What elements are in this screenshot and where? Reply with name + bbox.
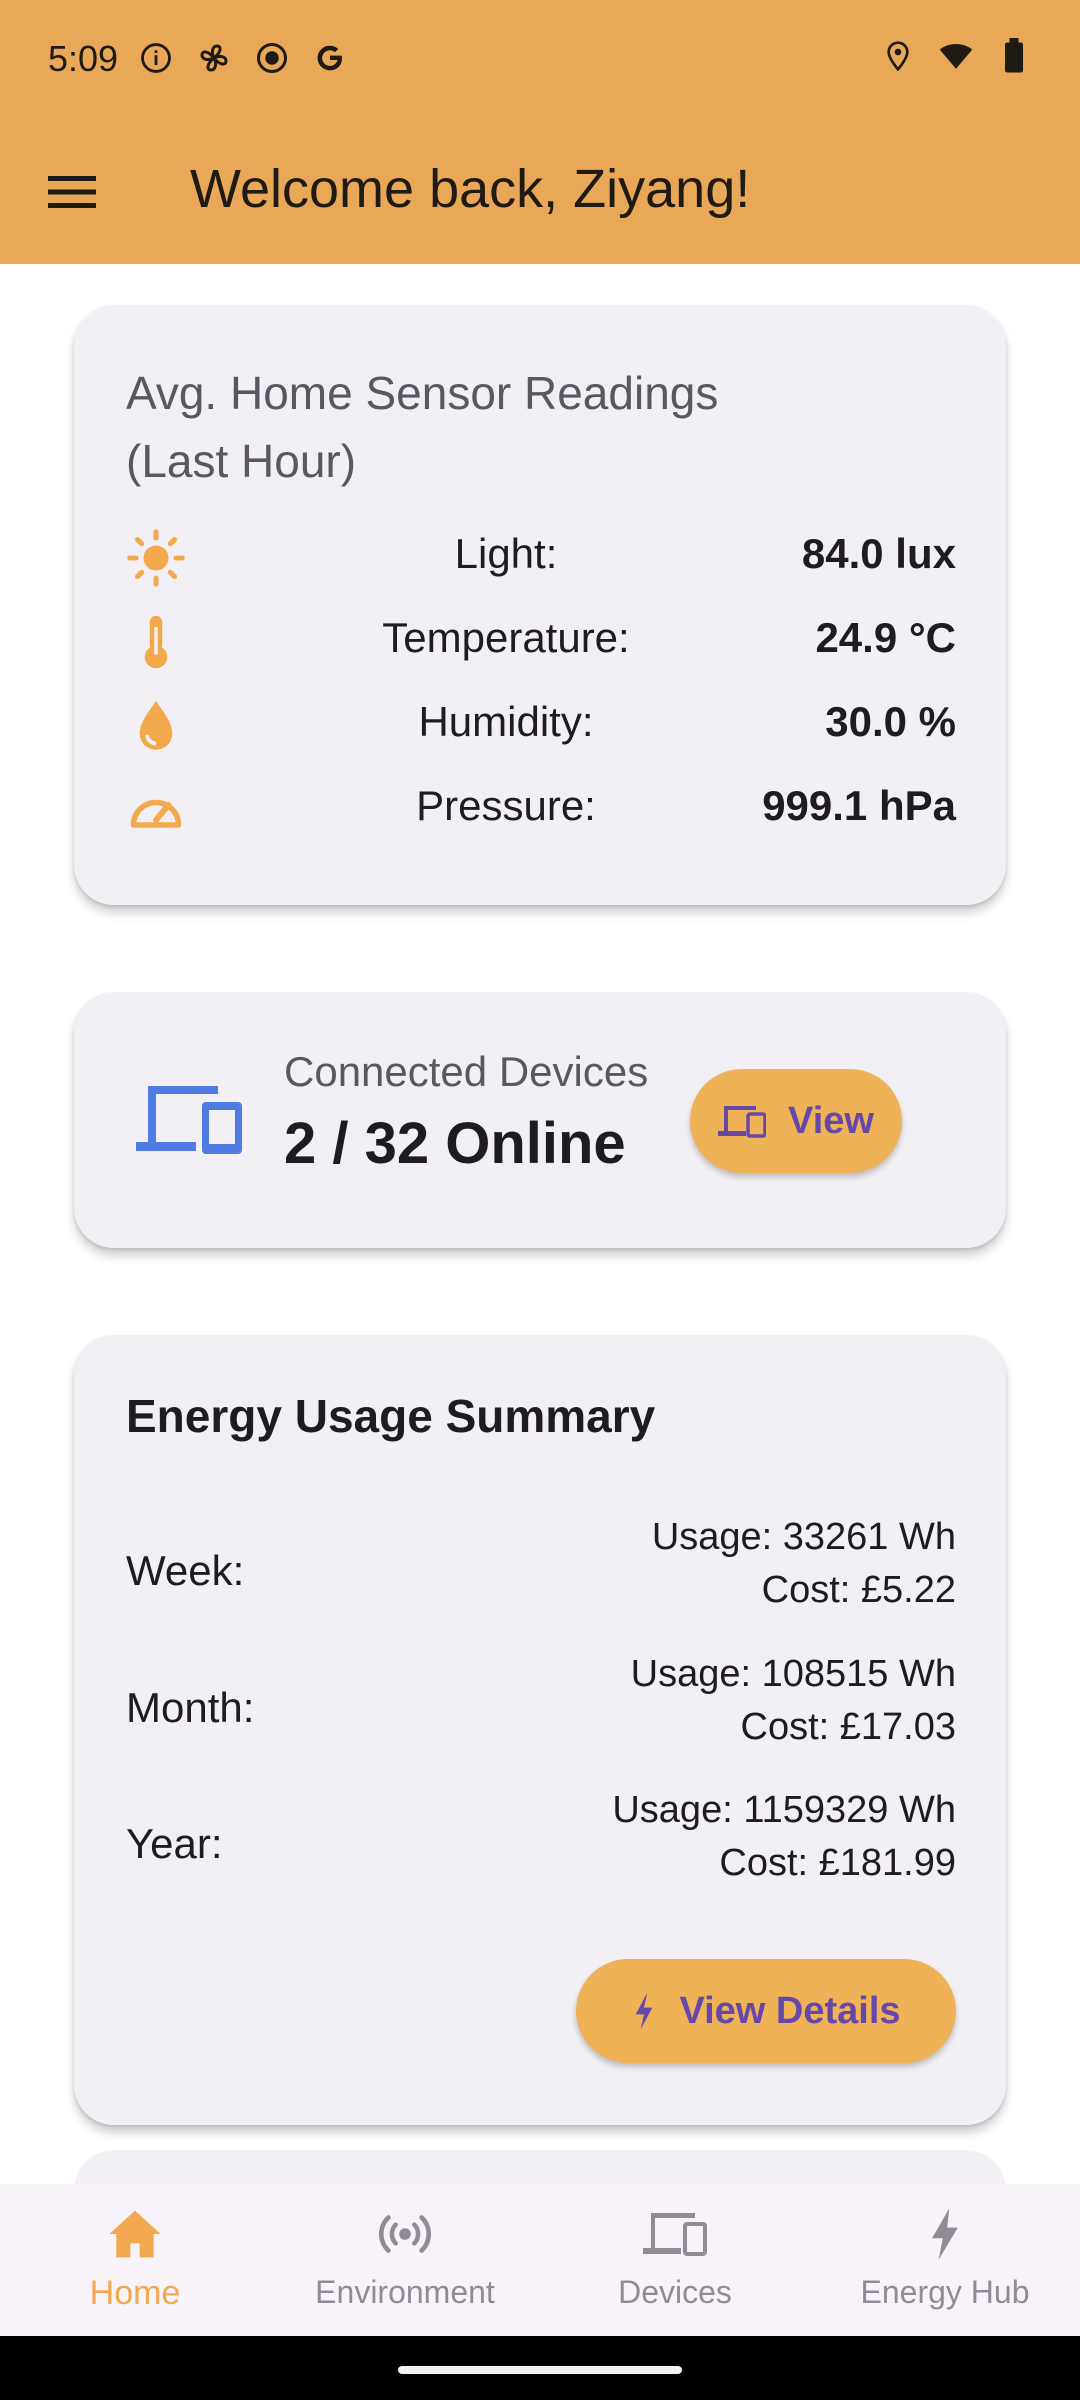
nav-label: Devices xyxy=(618,2274,732,2310)
devices-icon xyxy=(643,2213,707,2256)
bolt-icon xyxy=(636,1992,653,2030)
status-icons-left xyxy=(138,40,348,76)
sensor-readings-card: Avg. Home Sensor Readings (Last Hour) Li… xyxy=(74,305,1006,905)
energy-cost: Cost: £181.99 xyxy=(719,1842,956,1884)
energy-values: Usage: 108515 Wh Cost: £17.03 xyxy=(631,1648,956,1754)
sensors-icon xyxy=(379,2215,431,2253)
gesture-navigation-bar xyxy=(0,2336,1080,2400)
sensor-row-pressure: Pressure: 999.1 hPa xyxy=(126,772,956,842)
sun-icon xyxy=(126,528,186,588)
menu-icon xyxy=(48,176,96,208)
fan-icon xyxy=(196,40,232,76)
devices-subtitle: Connected Devices xyxy=(284,1048,649,1095)
water-drop-icon xyxy=(126,696,186,756)
view-button-label: View xyxy=(788,1099,874,1142)
page-title: Welcome back, Ziyang! xyxy=(190,159,751,219)
energy-row-week: Week: Usage: 33261 Wh Cost: £5.22 xyxy=(126,1511,956,1621)
view-details-label: View Details xyxy=(679,1989,901,2032)
info-icon xyxy=(138,40,174,76)
energy-card-title: Energy Usage Summary xyxy=(126,1390,656,1442)
status-icons-right xyxy=(880,38,1032,74)
sensor-row-temperature: Temperature: 24.9 °C xyxy=(126,604,956,674)
energy-cost: Cost: £17.03 xyxy=(740,1706,956,1748)
sensor-value: 999.1 hPa xyxy=(762,782,956,829)
status-bar: 5:09 xyxy=(0,0,1080,120)
energy-row-month: Month: Usage: 108515 Wh Cost: £17.03 xyxy=(126,1648,956,1758)
energy-usage-card: Energy Usage Summary Week: Usage: 33261 … xyxy=(74,1335,1006,2125)
gesture-handle[interactable] xyxy=(398,2366,682,2374)
google-icon xyxy=(312,40,348,76)
energy-usage: Usage: 108515 Wh xyxy=(630,1653,956,1695)
view-details-button[interactable]: View Details xyxy=(576,1959,956,2063)
sensor-label: Light: xyxy=(454,530,558,577)
home-icon xyxy=(109,2210,161,2258)
bolt-icon xyxy=(932,2208,958,2260)
connected-devices-card: Connected Devices 2 / 32 Online View xyxy=(74,992,1006,1248)
view-devices-button[interactable]: View xyxy=(690,1069,902,1173)
location-icon xyxy=(880,38,916,74)
nav-label: Energy Hub xyxy=(860,2274,1030,2310)
sensor-value: 24.9 °C xyxy=(815,614,956,661)
energy-period: Year: xyxy=(126,1820,223,1867)
nav-item-energy-hub[interactable]: Energy Hub xyxy=(810,2204,1080,2311)
energy-values: Usage: 1159329 Wh Cost: £181.99 xyxy=(612,1784,956,1890)
energy-values: Usage: 33261 Wh Cost: £5.22 xyxy=(652,1511,956,1617)
devices-online-count: 2 / 32 Online xyxy=(284,1111,626,1176)
app-bar: Welcome back, Ziyang! xyxy=(0,120,1080,264)
nav-item-devices[interactable]: Devices xyxy=(540,2204,810,2311)
sensor-label: Humidity: xyxy=(418,698,594,745)
sensor-row-humidity: Humidity: 30.0 % xyxy=(126,688,956,758)
nav-label: Environment xyxy=(315,2274,495,2310)
wifi-icon xyxy=(938,38,974,74)
battery-icon xyxy=(996,38,1032,74)
record-icon xyxy=(254,40,290,76)
energy-period: Week: xyxy=(126,1547,245,1594)
energy-cost: Cost: £5.22 xyxy=(761,1569,956,1611)
sensor-label: Temperature: xyxy=(382,614,630,661)
nav-label: Home xyxy=(89,2274,181,2312)
energy-period: Month: xyxy=(126,1684,255,1731)
devices-icon xyxy=(136,1080,246,1162)
sensor-card-title: Avg. Home Sensor Readings (Last Hour) xyxy=(126,367,719,487)
energy-usage: Usage: 33261 Wh xyxy=(651,1516,956,1558)
nav-item-environment[interactable]: Environment xyxy=(270,2204,540,2311)
thermometer-icon xyxy=(126,612,186,672)
sensor-value: 84.0 lux xyxy=(801,530,956,577)
status-time: 5:09 xyxy=(48,38,119,79)
devices-icon xyxy=(718,1106,767,1138)
menu-button[interactable] xyxy=(48,170,98,214)
nav-item-home[interactable]: Home xyxy=(0,2204,270,2313)
sensor-row-light: Light: 84.0 lux xyxy=(126,520,956,590)
gauge-icon xyxy=(126,780,186,840)
sensor-value: 30.0 % xyxy=(825,698,956,745)
sensor-label: Pressure: xyxy=(416,782,596,829)
bottom-navigation: Home Environment Devices Energy Hub xyxy=(0,2184,1080,2336)
energy-usage: Usage: 1159329 Wh xyxy=(612,1789,956,1831)
energy-row-year: Year: Usage: 1159329 Wh Cost: £181.99 xyxy=(126,1784,956,1894)
